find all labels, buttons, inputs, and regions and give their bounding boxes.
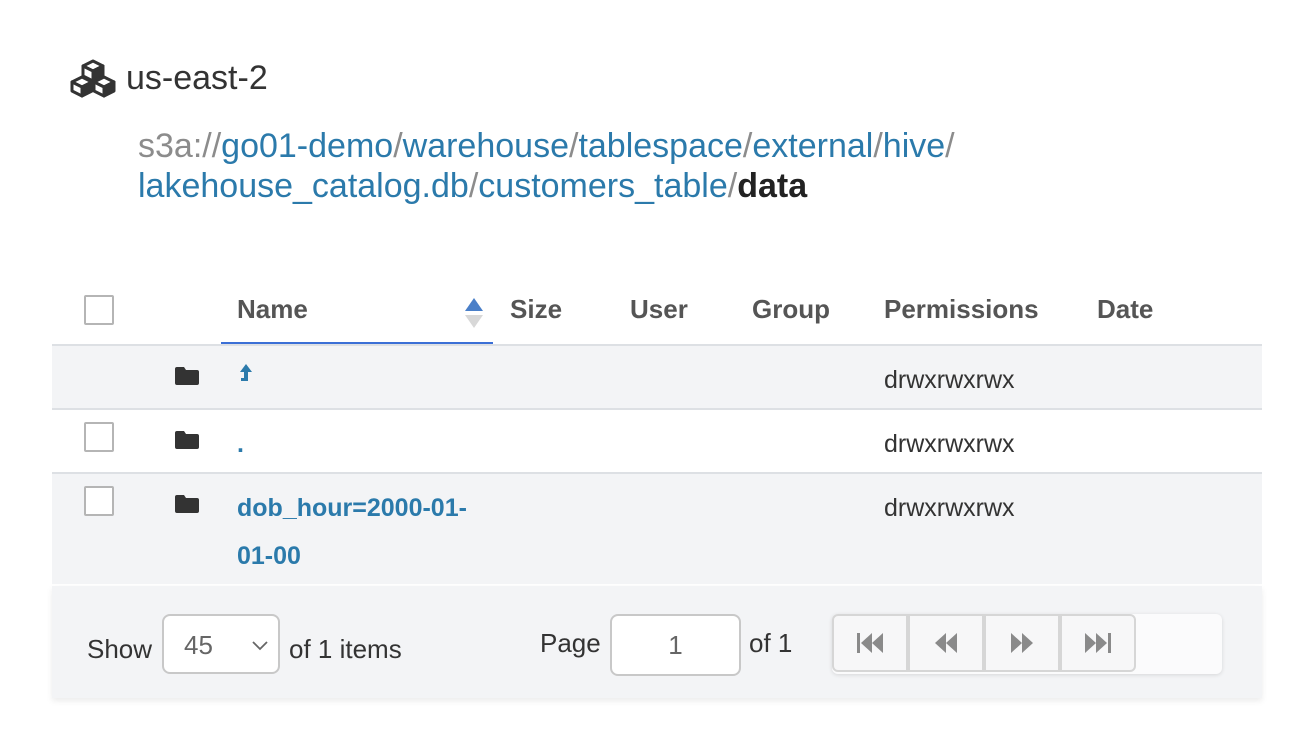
region-name: us-east-2 [126,58,268,97]
breadcrumb-segment[interactable]: external [752,127,873,165]
page-total-label: of 1 [749,628,793,658]
breadcrumb-segment[interactable]: customers_table [478,167,727,205]
breadcrumb: s3a://go01-demo/warehouse/tablespace/ext… [138,127,955,205]
show-label: Show [87,634,153,664]
select-all-checkbox[interactable] [84,295,114,325]
last-page-icon [1085,633,1111,653]
page-size-select[interactable]: 45 [162,614,280,674]
next-page-icon [1011,633,1033,653]
folder-icon [175,367,199,385]
page-number-input[interactable] [610,614,741,676]
region-header: us-east-2 [70,58,268,98]
page-size-value: 45 [184,630,213,660]
column-header-date[interactable]: Date [1097,294,1153,325]
file-table: Name Size User Group Permissions Date dr… [52,280,1262,584]
breadcrumb-segment[interactable]: warehouse [403,127,569,165]
breadcrumb-segment[interactable]: lakehouse_catalog.db [138,167,469,205]
permissions-cell: drwxrwxrwx [884,494,1015,522]
breadcrumb-current: data [737,167,808,205]
items-count-label: of 1 items [289,634,402,664]
breadcrumb-segment[interactable]: go01-demo [221,127,393,165]
column-header-name[interactable]: Name [237,294,308,325]
first-page-icon [857,633,883,653]
breadcrumb-scheme: s3a:// [138,127,222,165]
cubes-icon [70,59,116,98]
table-header: Name Size User Group Permissions Date [52,280,1262,344]
folder-icon [175,431,199,449]
pager-buttons [832,614,1222,674]
next-page-button[interactable] [984,614,1060,672]
row-checkbox[interactable] [84,422,114,452]
chevron-down-icon [252,641,268,651]
permissions-cell: drwxrwxrwx [884,430,1015,458]
folder-icon [175,495,199,513]
file-name-link[interactable]: . [237,420,487,468]
column-header-size[interactable]: Size [510,294,562,325]
first-page-button[interactable] [832,614,908,672]
sort-ascending-icon[interactable] [463,296,485,330]
page-label: Page [540,628,601,658]
column-header-permissions[interactable]: Permissions [884,294,1039,325]
column-header-user[interactable]: User [630,294,688,325]
breadcrumb-segment[interactable]: hive [883,127,945,165]
up-arrow-icon[interactable] [238,363,254,387]
column-header-group[interactable]: Group [752,294,830,325]
row-checkbox[interactable] [84,486,114,516]
breadcrumb-segment[interactable]: tablespace [578,127,742,165]
table-row[interactable]: dob_hour=2000-01-01-00 drwxrwxrwx [52,472,1262,584]
previous-page-icon [935,633,957,653]
previous-page-button[interactable] [908,614,984,672]
permissions-cell: drwxrwxrwx [884,366,1015,394]
last-page-button[interactable] [1060,614,1136,672]
table-row[interactable]: . drwxrwxrwx [52,408,1262,472]
pagination-bar: Show 45 of 1 items Page of 1 [52,586,1262,698]
table-row[interactable]: drwxrwxrwx [52,344,1262,408]
file-name-link[interactable]: dob_hour=2000-01-01-00 [237,484,487,580]
